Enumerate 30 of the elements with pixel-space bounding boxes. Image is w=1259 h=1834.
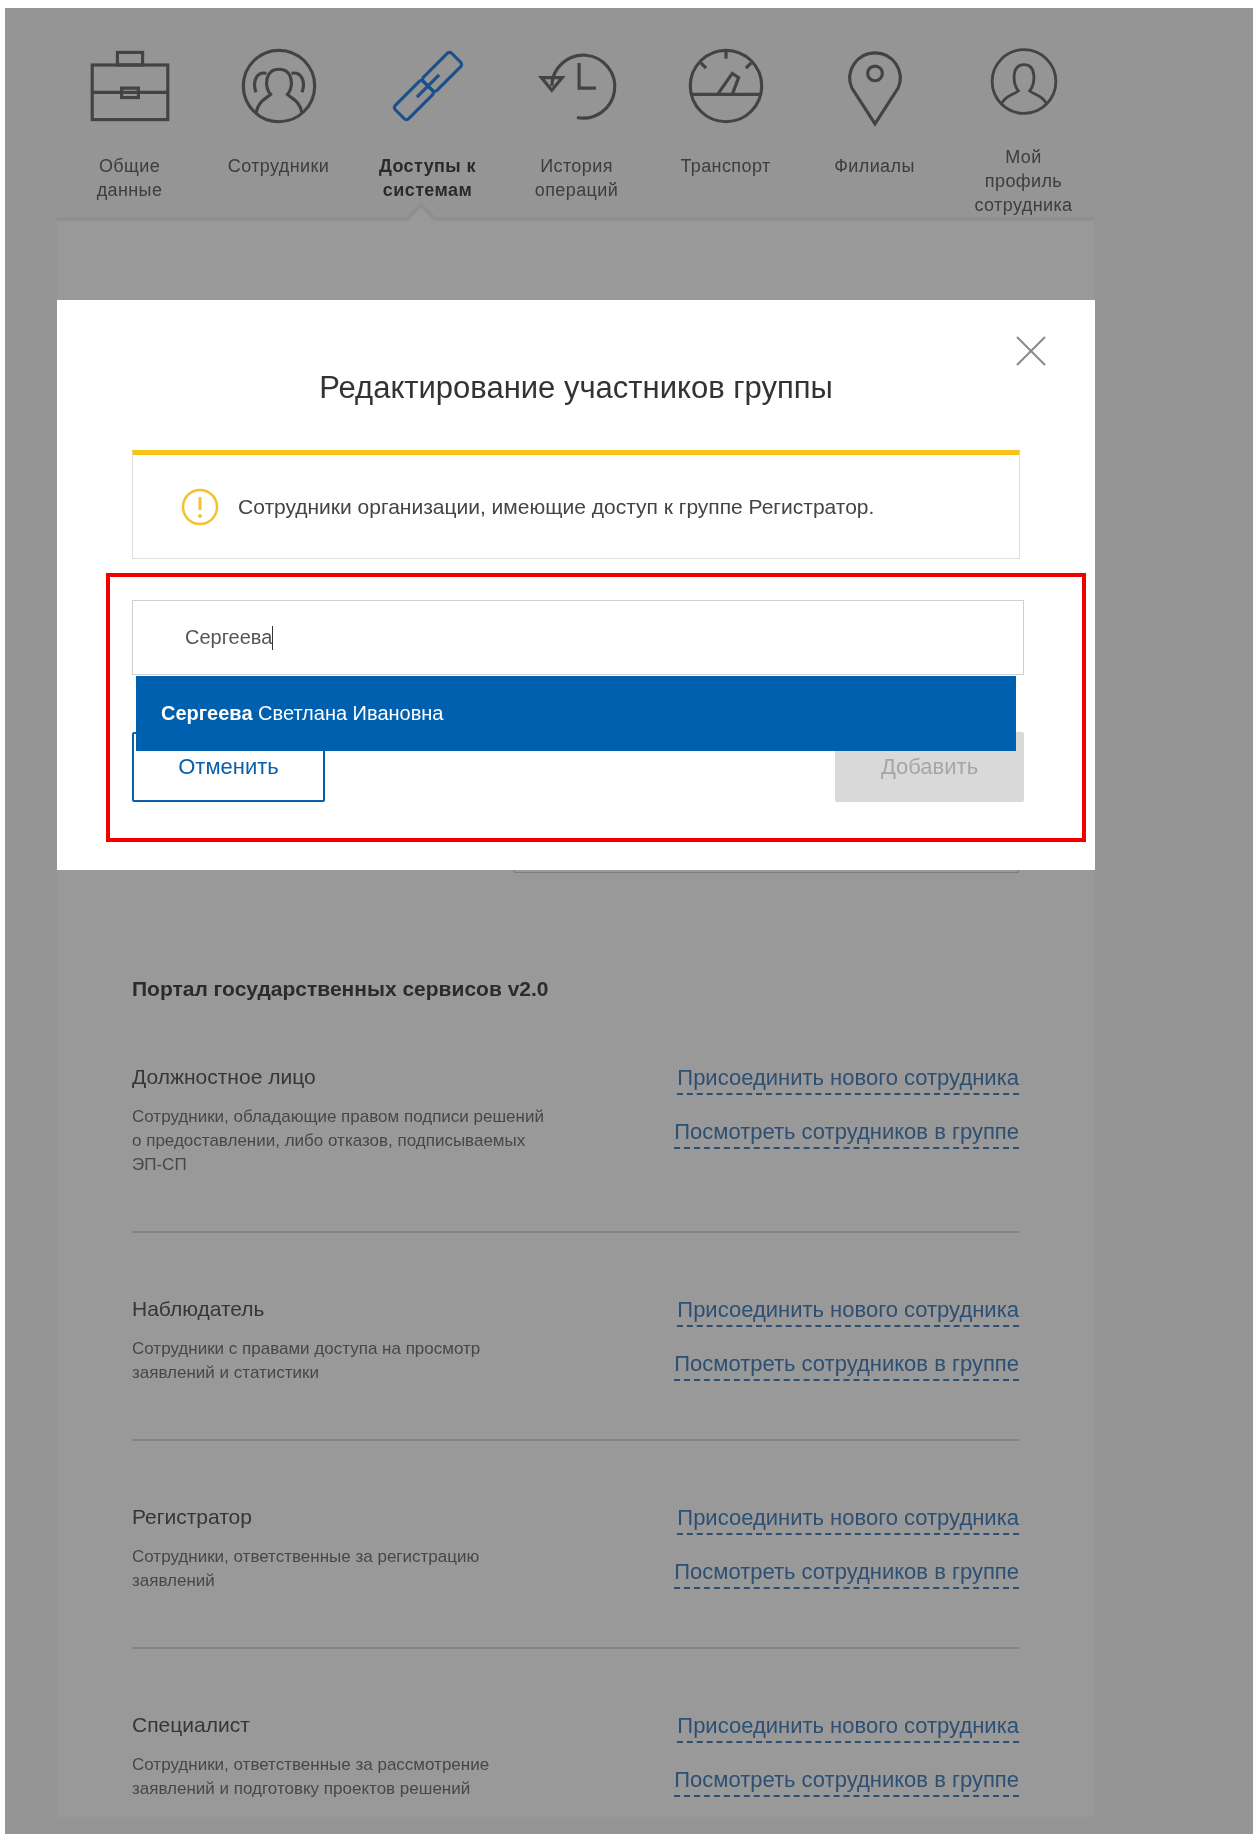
group-link[interactable]: Присоединить нового сотрудника — [677, 1713, 1019, 1743]
nav-tab[interactable]: Транспорт — [651, 44, 800, 217]
group-name: Наблюдатель — [132, 1297, 266, 1321]
nav-tab[interactable]: Филиалы — [800, 44, 949, 217]
warning-icon — [180, 486, 220, 527]
nav-tab[interactable]: Доступы к системам — [353, 44, 502, 217]
nav-tab[interactable]: История операций — [502, 44, 651, 217]
nav-tab[interactable]: Мой профиль сотрудника — [949, 44, 1098, 217]
group-link[interactable]: Присоединить нового сотрудника — [677, 1065, 1019, 1095]
group-link[interactable]: Посмотреть сотрудников в группе — [674, 1119, 1019, 1149]
group-link[interactable]: Присоединить нового сотрудника — [677, 1297, 1019, 1327]
group-link[interactable]: Присоединить нового сотрудника — [677, 1505, 1019, 1535]
group-description: Сотрудники, ответственные за рассмотрение заявлений и подготовку проектов решений — [132, 1754, 491, 1800]
group-name: Регистратор — [132, 1505, 253, 1529]
group-name: Специалист — [132, 1713, 251, 1737]
group-description: Сотрудники, обладающие правом подписи решений о предоставлении, либо отказов, подписываемых ЭП-СП — [132, 1106, 545, 1176]
alert-text: Сотрудники организации, имеющие доступ к группе Регистратор. — [238, 494, 875, 519]
search-field[interactable]: Сергеева — [132, 600, 1024, 675]
nav-tab[interactable]: Сотрудники — [204, 44, 353, 217]
group-link[interactable]: Посмотреть сотрудников в группе — [674, 1351, 1019, 1381]
group-link[interactable]: Посмотреть сотрудников в группе — [674, 1559, 1019, 1589]
group-name: Должностное лицо — [132, 1065, 317, 1089]
group-description: Сотрудники с правами доступа на просмотр заявлений и статистики — [132, 1338, 482, 1384]
modal-title: Редактирование участников группы — [318, 370, 834, 406]
close-icon[interactable] — [1015, 335, 1047, 367]
suggestion-item[interactable]: Сергеева Светлана Ивановна — [136, 676, 1016, 751]
nav-tab[interactable]: Общие данные — [55, 44, 204, 217]
group-link[interactable]: Посмотреть сотрудников в группе — [674, 1767, 1019, 1797]
section-title: Портал государственных сервисов v2.0 — [132, 977, 550, 1001]
group-description: Сотрудники, ответственные за регистрацию заявлений — [132, 1546, 481, 1592]
